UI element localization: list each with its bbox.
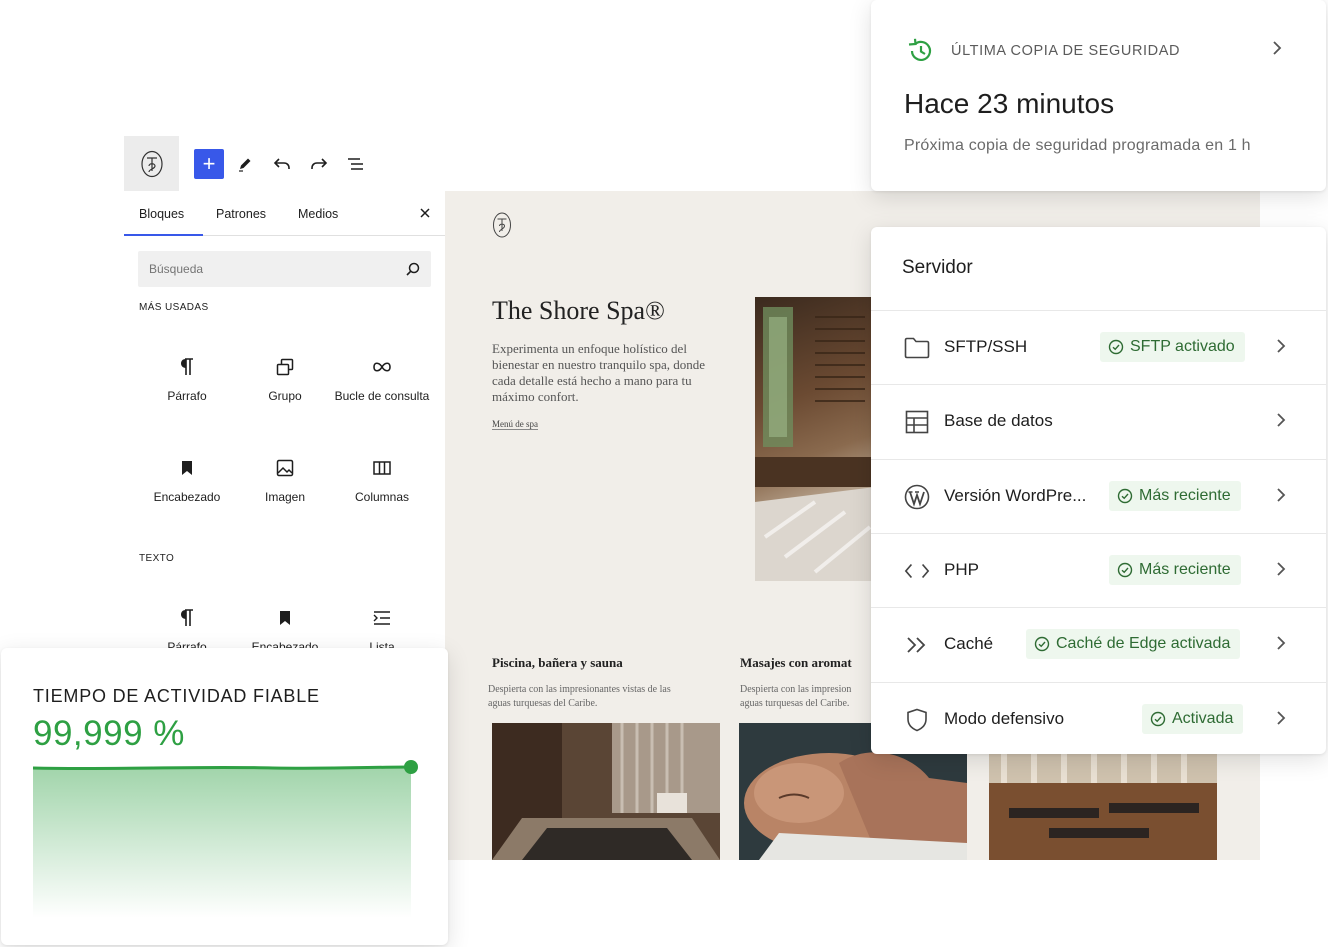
tab-patrones[interactable]: Patrones <box>216 196 266 236</box>
block-image[interactable]: Imagen <box>236 456 334 506</box>
search-icon[interactable] <box>405 261 421 282</box>
text-heading: TEXTO <box>139 553 175 564</box>
uptime-label: TIEMPO DE ACTIVIDAD FIABLE <box>33 686 320 706</box>
uptime-line <box>33 765 412 771</box>
image-icon <box>276 459 294 477</box>
block-paragraph[interactable]: Párrafo <box>138 355 236 405</box>
status-badge: Más reciente <box>1109 555 1241 585</box>
backup-card[interactable]: ÚLTIMA COPIA DE SEGURIDAD Hace 23 minuto… <box>871 0 1326 191</box>
server-row-database[interactable]: Base de datos <box>871 384 1326 458</box>
columns-icon <box>373 461 391 475</box>
pilcrow-icon <box>181 358 193 375</box>
server-row-wordpress[interactable]: Versión WordPre... Más reciente <box>871 459 1326 533</box>
double-chevron-icon <box>904 633 930 657</box>
ts-monogram-logo-icon <box>140 150 163 177</box>
tab-medios[interactable]: Medios <box>298 196 338 236</box>
chevron-right-icon[interactable] <box>1276 487 1286 508</box>
site-description: Experimenta un enfoque holístico del bie… <box>492 341 705 404</box>
status-badge: Más reciente <box>1109 481 1241 511</box>
block-paragraph-text[interactable]: Párrafo <box>138 606 236 648</box>
close-icon[interactable] <box>419 206 431 224</box>
chevron-right-icon[interactable] <box>1272 40 1282 61</box>
status-badge: Caché de Edge activada <box>1026 629 1241 659</box>
bookmark-icon <box>280 611 290 625</box>
server-title: Servidor <box>902 257 973 278</box>
backup-history-icon <box>908 38 932 61</box>
pencil-icon <box>239 158 251 172</box>
list-view-icon <box>348 158 363 170</box>
uptime-value: 99,999 % <box>33 714 185 753</box>
shield-icon <box>904 708 930 732</box>
check-circle-icon <box>1117 562 1133 578</box>
card-title-pool: Piscina, bañera y sauna <box>492 655 623 670</box>
status-badge: Activada <box>1142 704 1244 734</box>
code-icon <box>904 559 930 583</box>
backup-label: ÚLTIMA COPIA DE SEGURIDAD <box>951 43 1181 59</box>
folder-icon <box>904 336 930 360</box>
chevron-right-icon[interactable] <box>1276 338 1286 359</box>
bookmark-icon <box>182 461 192 475</box>
site-logo-button[interactable] <box>124 136 179 191</box>
card-desc-massage: Despierta con las impresion aguas turque… <box>740 684 852 709</box>
plus-icon: + <box>202 151 216 176</box>
tools-button[interactable] <box>230 149 260 179</box>
server-row-php[interactable]: PHP Más reciente <box>871 533 1326 607</box>
undo-icon <box>273 158 290 169</box>
uptime-card: TIEMPO DE ACTIVIDAD FIABLE 99,999 % <box>1 648 448 945</box>
block-search <box>138 251 431 287</box>
tab-bloques[interactable]: Bloques <box>124 196 203 236</box>
add-block-button[interactable]: + <box>194 149 224 179</box>
list-view-button[interactable] <box>341 149 371 179</box>
card-desc-pool: Despierta con las impresionantes vistas … <box>488 684 671 709</box>
server-row-sftp[interactable]: SFTP/SSH SFTP activado <box>871 310 1326 384</box>
block-query-loop[interactable]: Bucle de consulta <box>333 355 431 405</box>
undo-button[interactable] <box>267 149 297 179</box>
server-row-cache[interactable]: Caché Caché de Edge activada <box>871 607 1326 681</box>
uptime-end-point <box>404 760 418 774</box>
chevron-right-icon[interactable] <box>1276 561 1286 582</box>
database-table-icon <box>904 410 930 434</box>
ts-monogram-logo-icon <box>493 212 511 238</box>
wordpress-icon <box>904 484 930 510</box>
chevron-right-icon[interactable] <box>1276 710 1286 731</box>
status-badge: SFTP activado <box>1100 332 1245 362</box>
hero-image <box>755 297 875 581</box>
loop-icon <box>373 362 391 372</box>
next-backup-text: Próxima copia de seguridad programada en… <box>904 137 1251 154</box>
server-row-defensive-mode[interactable]: Modo defensivo Activada <box>871 682 1326 756</box>
pool-image <box>492 723 720 860</box>
chevron-right-icon[interactable] <box>1276 635 1286 656</box>
site-title: The Shore Spa® <box>492 296 665 325</box>
check-circle-icon <box>1117 488 1133 504</box>
server-card: Servidor SFTP/SSH SFTP activado Base de … <box>871 227 1326 754</box>
search-input[interactable] <box>138 251 388 287</box>
block-group[interactable]: Grupo <box>236 355 334 405</box>
pilcrow-icon <box>181 609 193 626</box>
redo-button[interactable] <box>304 149 334 179</box>
card-title-massage: Masajes con aromat <box>740 655 852 670</box>
redo-icon <box>311 158 328 169</box>
uptime-chart <box>33 760 418 918</box>
inserter-tabs: Bloques Patrones Medios <box>124 196 445 236</box>
check-circle-icon <box>1150 711 1166 727</box>
list-icon <box>373 611 390 625</box>
backup-time: Hace 23 minutos <box>904 88 1115 119</box>
check-circle-icon <box>1108 339 1124 355</box>
chevron-right-icon[interactable] <box>1276 412 1286 433</box>
block-list[interactable]: Lista <box>333 606 431 648</box>
group-icon <box>276 358 294 376</box>
check-circle-icon <box>1034 636 1050 652</box>
uptime-area <box>33 767 411 918</box>
spa-menu-link[interactable]: Menú de spa <box>492 419 538 430</box>
block-heading[interactable]: Encabezado <box>138 456 236 506</box>
most-used-heading: MÁS USADAS <box>139 302 209 313</box>
block-heading-text[interactable]: Encabezado <box>236 606 334 648</box>
block-columns[interactable]: Columnas <box>333 456 431 506</box>
